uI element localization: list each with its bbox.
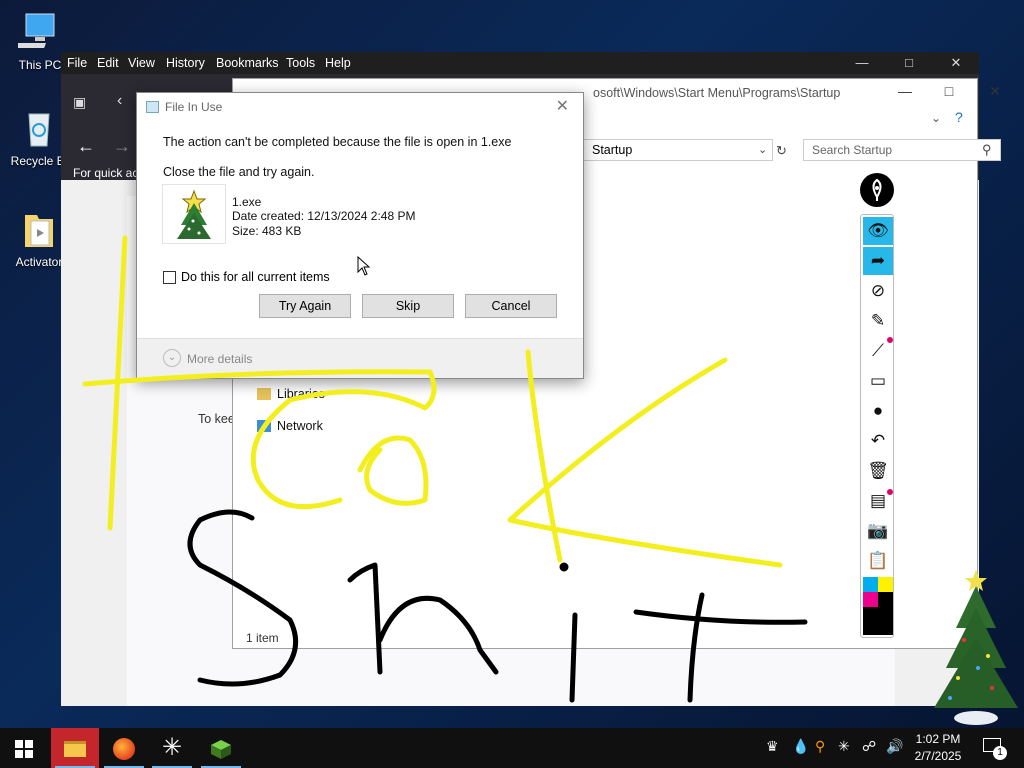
marker-icon[interactable]: ✎ (863, 307, 893, 335)
dot-icon[interactable]: ● (863, 397, 893, 425)
notification-badge: 1 (993, 746, 1007, 760)
volume-icon[interactable]: 🔊 (886, 738, 903, 755)
taskbar-asterisk-app[interactable]: ✳ (148, 728, 196, 768)
file-explorer-icon (64, 741, 86, 758)
system-clock[interactable]: 1:02 PM 2/7/2025 (906, 731, 970, 765)
cube-app-icon (211, 740, 231, 760)
swatch-magenta[interactable] (863, 592, 878, 607)
windows-logo-icon (15, 740, 33, 759)
pointer-icon[interactable]: ➦ (863, 247, 893, 275)
taskbar-file-explorer[interactable] (51, 728, 99, 768)
lasso-icon[interactable]: ⊘ (863, 277, 893, 305)
clipboard-icon[interactable]: 📋 (863, 547, 893, 575)
network-tray-icon[interactable]: ☍ (862, 738, 876, 755)
color-swatches (863, 577, 893, 635)
christmas-tree-icon (934, 570, 1018, 725)
magnifier-app-icon[interactable]: ⚲ (815, 738, 825, 755)
swatch-black[interactable] (878, 592, 893, 607)
pen-toolbox-icon[interactable] (860, 173, 894, 207)
asterisk-app-icon: ✳ (161, 734, 183, 761)
current-color (863, 607, 893, 635)
clock-time: 1:02 PM (915, 732, 961, 746)
taskbar: ✳ ♛ 💧 ⚲ ✳ ☍ 🔊 1:02 PM 2/7/2025 1 (0, 728, 1024, 768)
notification-center-button[interactable]: 1 (983, 736, 1007, 760)
black-ink-strokes (187, 509, 808, 703)
clock-date: 2/7/2025 (914, 749, 962, 763)
annotation-toolbar: 👁 ➦ ⊘ ✎ ⟋ ▭ ● ↶ 🗑 ▤ 📷 📋 (860, 214, 894, 638)
undo-icon[interactable]: ↶ (863, 427, 893, 455)
eraser-icon[interactable]: ▭ (863, 367, 893, 395)
trash-icon[interactable]: 🗑 (863, 457, 893, 485)
swatch-cyan[interactable] (863, 577, 878, 592)
status-dot (887, 337, 893, 343)
people-icon[interactable]: ♛ (766, 738, 779, 755)
camera-icon[interactable]: 📷 (863, 517, 893, 545)
swatch-yellow[interactable] (878, 577, 893, 592)
taskbar-cube-app[interactable] (197, 728, 245, 768)
asterisk-tray-icon[interactable]: ✳ (838, 738, 850, 755)
status-dot (887, 489, 893, 495)
firefox-icon (113, 738, 135, 761)
taskbar-firefox[interactable] (100, 728, 148, 768)
eye-icon[interactable]: 👁 (863, 217, 893, 245)
start-button[interactable] (0, 728, 48, 768)
droplet-icon[interactable]: 💧 (792, 738, 809, 755)
yellow-ink-strokes (82, 235, 783, 568)
